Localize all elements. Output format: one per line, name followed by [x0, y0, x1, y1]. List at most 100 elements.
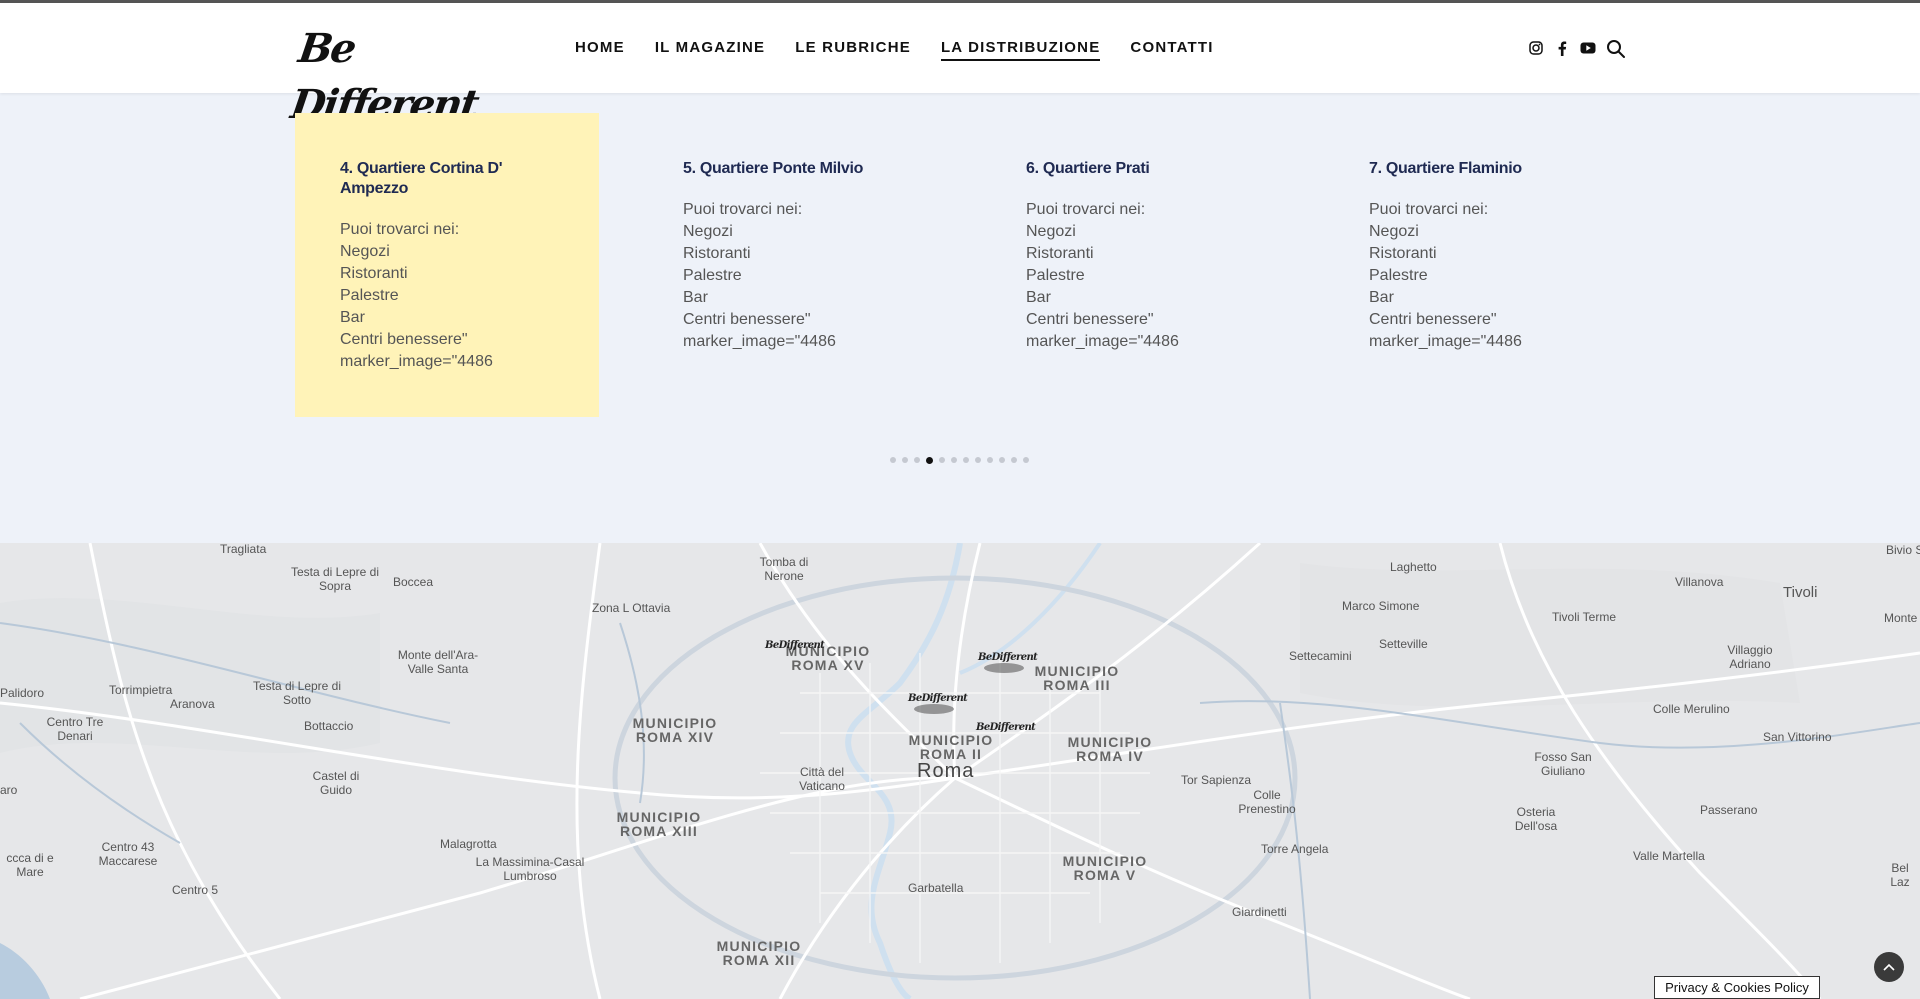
youtube-icon[interactable] — [1580, 40, 1596, 56]
map-marker[interactable]: BeDifferent — [908, 688, 968, 716]
map-place-label: Tivoli — [1783, 584, 1818, 601]
map-place-label: Torrimpietra — [109, 683, 173, 697]
map-place-label: Laghetto — [1390, 560, 1437, 574]
card-line: Centri benessere" — [683, 311, 811, 328]
carousel-dot[interactable] — [975, 457, 981, 463]
card-title: 7. Quartiere Flaminio — [1369, 160, 1522, 177]
chevron-up-icon[interactable] — [1874, 952, 1904, 982]
main-nav: HOME IL MAGAZINE LE RUBRICHE LA DISTRIBU… — [575, 39, 1214, 61]
map-place-label: Villanova — [1675, 575, 1724, 589]
privacy-cookies-link[interactable]: Privacy & Cookies Policy — [1654, 976, 1820, 999]
carousel-dot[interactable] — [1011, 457, 1017, 463]
map-municipio-label: MUNICIPIO ROMA XIV — [632, 715, 718, 745]
card-ponte-milvio[interactable]: 5. Quartiere Ponte Milvio Puoi trovarci … — [638, 113, 942, 417]
card-line: Palestre — [340, 287, 399, 304]
map-place-label: Centro Tre Denari — [46, 715, 104, 743]
map-place-label: Tivoli Terme — [1552, 610, 1617, 624]
map-place-label: Osteria Dell'osa — [1514, 805, 1558, 833]
map-place-label: Setteville — [1379, 637, 1428, 651]
card-line: marker_image="4486 — [1369, 333, 1522, 350]
card-line: Palestre — [1026, 267, 1085, 284]
nav-la-distribuzione[interactable]: LA DISTRIBUZIONE — [940, 39, 1101, 61]
card-line: Bar — [683, 289, 708, 306]
card-line: marker_image="4486 — [683, 333, 836, 350]
map-marker[interactable]: BeDifferent — [978, 647, 1038, 675]
map-place-label: Garbatella — [908, 881, 964, 895]
marker-logo: BeDifferent — [976, 722, 1036, 733]
map-marker[interactable]: BeDifferent — [765, 635, 825, 663]
card-line: Ristoranti — [340, 265, 408, 282]
card-title: 4. Quartiere Cortina D' Ampezzo — [340, 160, 503, 197]
instagram-icon[interactable] — [1528, 40, 1544, 56]
card-title: 5. Quartiere Ponte Milvio — [683, 160, 864, 177]
map-place-label: Marco Simone — [1342, 599, 1420, 613]
carousel-dot[interactable] — [1023, 457, 1029, 463]
carousel-dot[interactable] — [939, 457, 945, 463]
carousel-dot[interactable] — [914, 457, 920, 463]
map-place-label: Zona L Ottavia — [592, 601, 671, 615]
card-line: Ristoranti — [683, 245, 751, 262]
map-place-label: Centro 5 — [172, 883, 219, 897]
map-municipio-label: MUNICIPIO ROMA XII — [716, 938, 802, 968]
map-place-label: ccca di e Mare — [6, 851, 54, 879]
map-place-label: Valle Martella — [1633, 849, 1705, 863]
card-line: Negozi — [1026, 223, 1076, 240]
map-place-label: Monte — [1884, 611, 1918, 625]
card-line: Bar — [340, 309, 365, 326]
map-place-label: Villaggio Adriano — [1727, 643, 1773, 671]
map-place-label: Palidoro — [0, 686, 45, 700]
carousel-dot[interactable] — [902, 457, 908, 463]
card-line: Palestre — [683, 267, 742, 284]
map-place-label: Giardinetti — [1232, 905, 1287, 919]
carousel-dot[interactable] — [999, 457, 1005, 463]
map-place-label: Bel Laz — [1890, 861, 1910, 889]
card-line: Puoi trovarci nei: — [340, 221, 460, 238]
map-place-label: Settecamini — [1289, 649, 1352, 663]
card-line: Centri benessere" — [340, 331, 468, 348]
card-line: Negozi — [1369, 223, 1419, 240]
nav-il-magazine[interactable]: IL MAGAZINE — [655, 39, 765, 61]
map-place-label: San Vittorino — [1763, 730, 1832, 744]
card-flaminio[interactable]: 7. Quartiere Flaminio Puoi trovarci nei:… — [1324, 113, 1628, 417]
map-municipio-label: MUNICIPIO ROMA IV — [1067, 734, 1153, 764]
carousel-dot[interactable] — [890, 457, 896, 463]
map-city-label: Roma — [917, 760, 975, 782]
map-place-label: Aranova — [170, 697, 215, 711]
site-header: Be Different HOME IL MAGAZINE LE RUBRICH… — [0, 3, 1920, 128]
map-municipio-label: MUNICIPIO ROMA XIII — [616, 809, 702, 839]
carousel-dot[interactable] — [926, 456, 933, 464]
carousel-dot[interactable] — [951, 457, 957, 463]
search-icon[interactable] — [1606, 39, 1626, 59]
card-line: marker_image="4486 — [1026, 333, 1179, 350]
map-place-label: Passerano — [1700, 803, 1758, 817]
card-line: Negozi — [340, 243, 390, 260]
map-place-label: Colle Merulino — [1653, 702, 1730, 716]
site-logo[interactable]: Be Different — [288, 21, 515, 128]
map-place-label: Malagrotta — [440, 837, 497, 851]
carousel-dot[interactable] — [987, 457, 993, 463]
marker-shadow — [984, 663, 1024, 673]
carousel-dot[interactable] — [963, 457, 969, 463]
facebook-icon[interactable] — [1554, 40, 1570, 56]
card-line: Centri benessere" — [1369, 311, 1497, 328]
card-line: Negozi — [683, 223, 733, 240]
social-links — [1528, 40, 1596, 56]
map-place-label: Tragliata — [220, 543, 267, 556]
nav-contatti[interactable]: CONTATTI — [1130, 39, 1213, 61]
nav-le-rubriche[interactable]: LE RUBRICHE — [795, 39, 911, 61]
nav-home[interactable]: HOME — [575, 39, 625, 61]
map-marker[interactable]: BeDifferent — [976, 717, 1036, 745]
map-municipio-label: MUNICIPIO ROMA III — [1034, 663, 1120, 693]
card-line: Centri benessere" — [1026, 311, 1154, 328]
distribution-map[interactable]: Tragliata Testa di Lepre di Sopra Boccea… — [0, 543, 1920, 999]
map-place-label: Colle Prenestino — [1238, 788, 1296, 816]
map-place-label: Testa di Lepre di Sopra — [290, 565, 380, 593]
card-prati[interactable]: 6. Quartiere Prati Puoi trovarci nei: Ne… — [981, 113, 1285, 417]
map-place-label: Tomba di Nerone — [759, 555, 809, 583]
map-place-label: aro — [0, 783, 18, 797]
distribution-carousel: 4. Quartiere Cortina D' Ampezzo Puoi tro… — [295, 113, 1665, 417]
card-cortina[interactable]: 4. Quartiere Cortina D' Ampezzo Puoi tro… — [295, 113, 599, 417]
card-title: 6. Quartiere Prati — [1026, 160, 1150, 177]
card-line: Ristoranti — [1369, 245, 1437, 262]
marker-logo: BeDifferent — [908, 693, 968, 704]
